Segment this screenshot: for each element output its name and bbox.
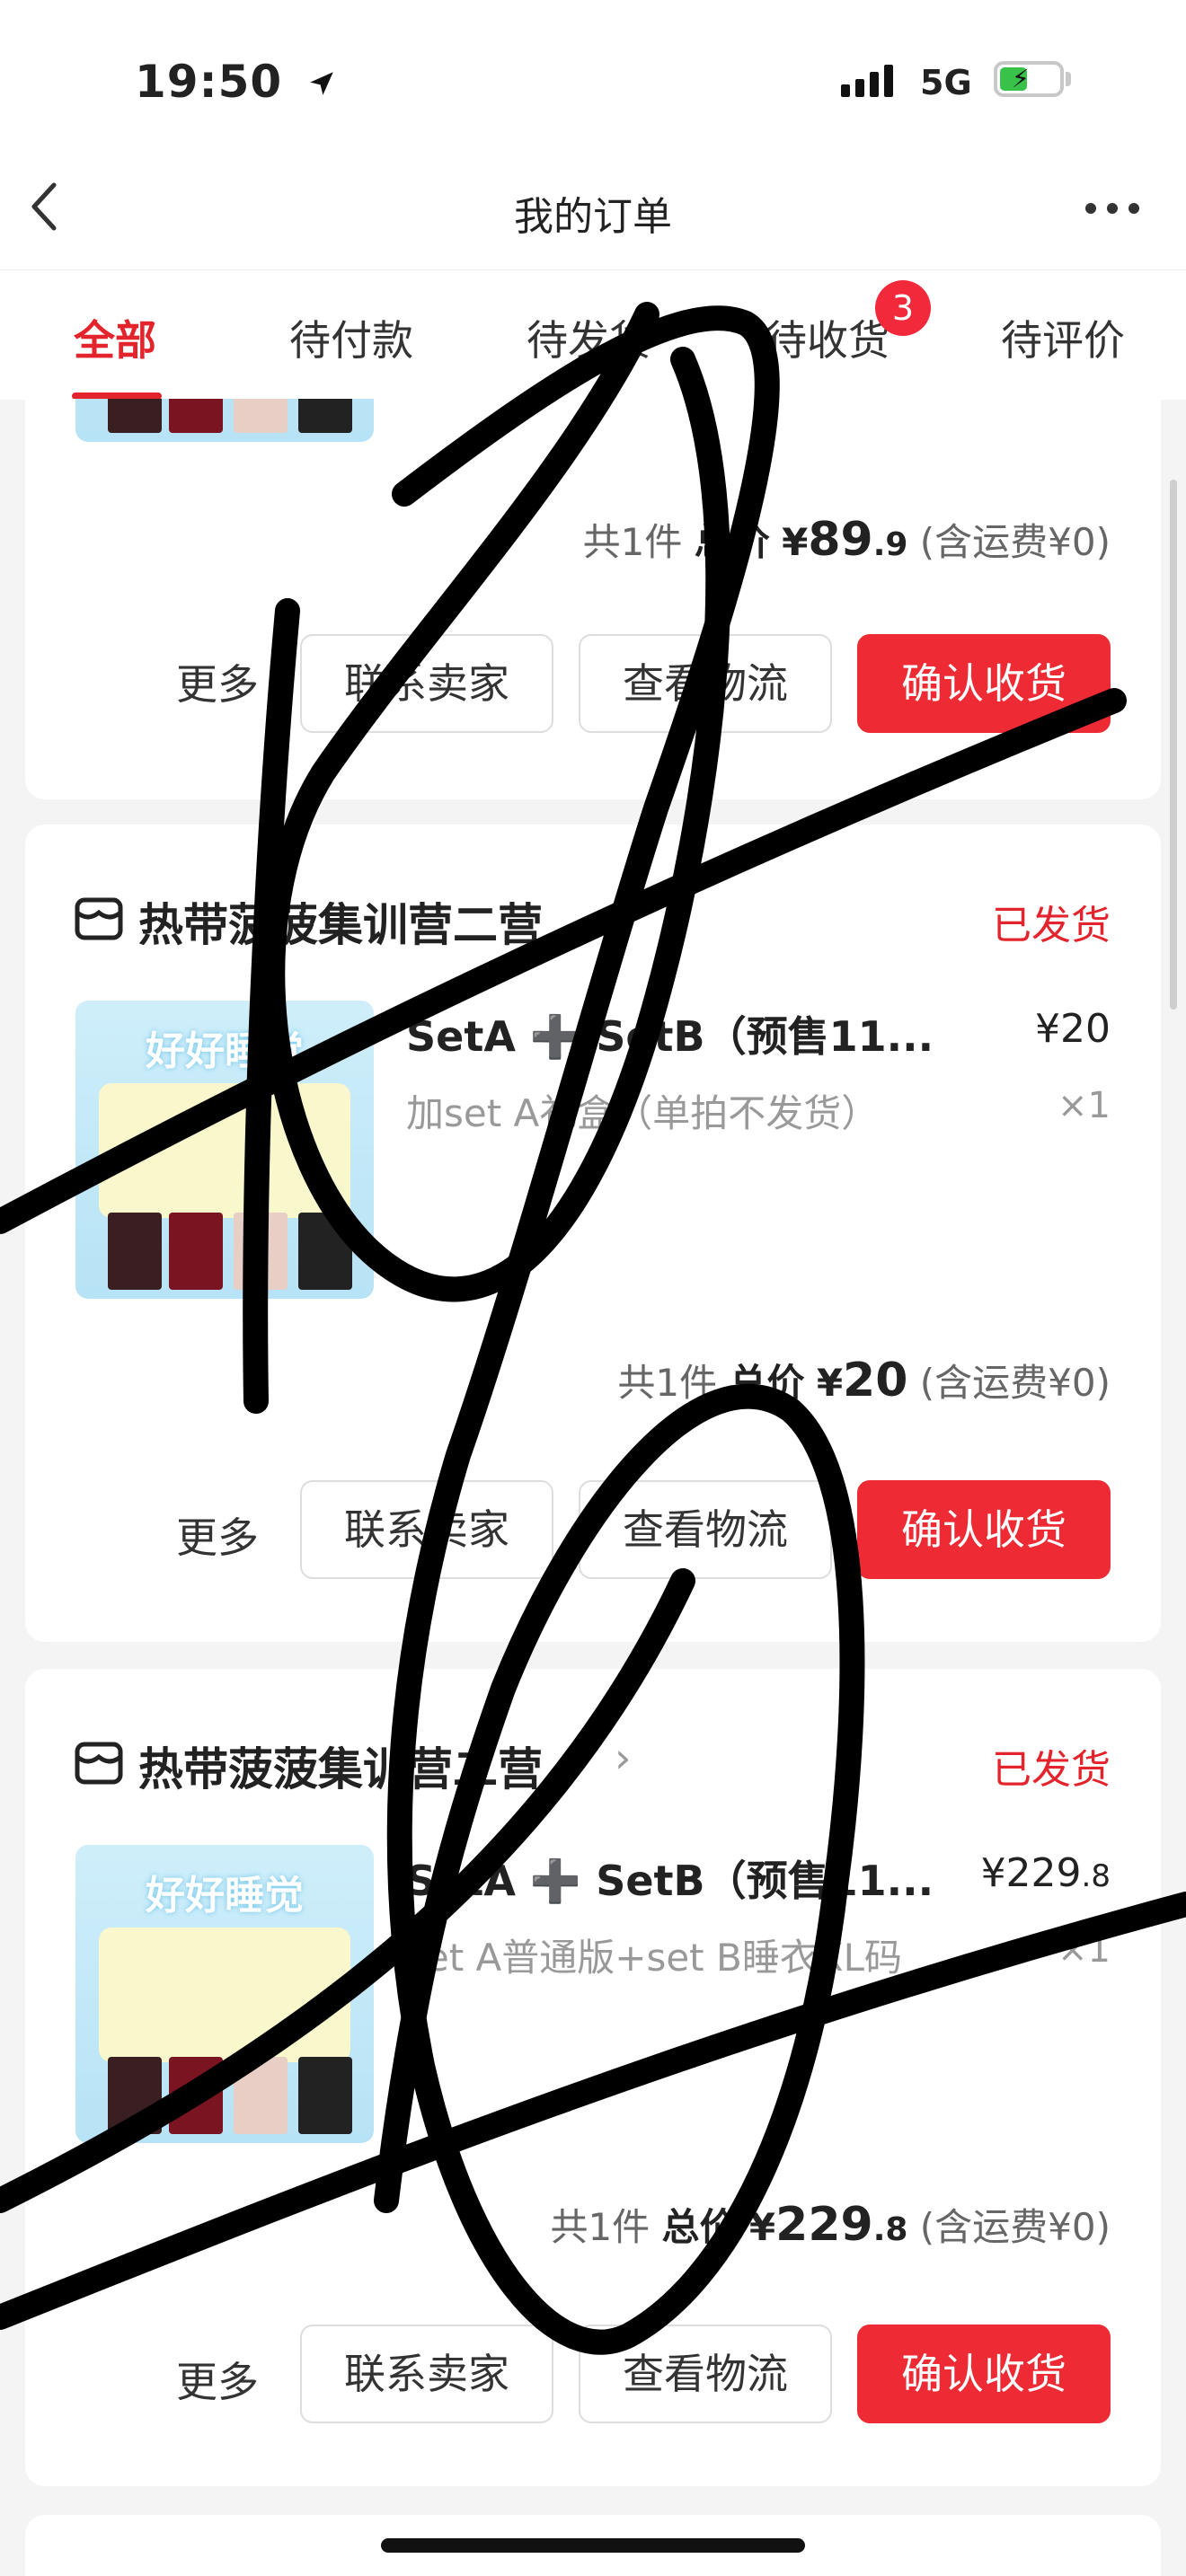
battery-charging-icon: ⚡ [994,61,1064,97]
tab-all[interactable]: 全部 [74,308,156,367]
contact-seller-button[interactable]: 联系卖家 [300,1480,553,1579]
shop-name[interactable]: 热带菠菠集训营二营 [138,1734,543,1798]
view-logistics-button[interactable]: 查看物流 [579,634,832,733]
order-card: 热带菠菠集训营二营 › 已发货 好好睡觉 SetA ➕ SetB（预售11...… [25,1669,1161,2486]
signal-icon [841,65,893,97]
more-button[interactable]: 更多 [176,1505,259,1565]
tab-pending-payment[interactable]: 待付款 [289,308,413,367]
shop-name[interactable]: 热带菠菠集训营二营 [138,889,543,954]
tab-pending-shipment[interactable]: 待发货 [527,308,651,367]
status-time: 19:50 [135,56,337,108]
network-label: 5G [920,63,972,102]
order-card: 热带菠菠集训营二营 › 已发货 好好睡觉 SetA ➕ SetB（预售11...… [25,825,1161,1642]
chevron-right-icon: › [615,889,632,938]
more-button[interactable]: 更多 [176,652,259,711]
view-logistics-button[interactable]: 查看物流 [579,2325,832,2423]
shop-icon [75,1742,123,1785]
order-status: 已发货 [992,903,1111,948]
confirm-receipt-button[interactable]: 确认收货 [857,634,1111,733]
product-image[interactable]: 好好睡觉 [75,1845,374,2143]
product-name[interactable]: SetA ➕ SetB（预售11... [406,1004,934,1063]
tab-badge: 3 [875,280,931,336]
product-price: ¥229.8 [980,1850,1111,1896]
contact-seller-button[interactable]: 联系卖家 [300,2325,553,2423]
product-price: ¥20 [1035,1006,1111,1052]
tab-pending-receipt[interactable]: 待收货 [766,308,890,367]
location-arrow-icon [309,72,333,95]
scroll-indicator [1170,480,1177,1010]
order-total: 共1件 总价 ¥20 (含运费¥0) [617,1354,1111,1407]
order-status: 已发货 [992,1747,1111,1793]
battery-tip [1066,72,1071,86]
confirm-receipt-button[interactable]: 确认收货 [857,1480,1111,1579]
top-bar: 19:50 5G ⚡ 我的订单 [0,0,1186,269]
more-dots-icon[interactable] [1085,203,1139,214]
product-quantity: ×1 [1058,1085,1111,1126]
product-variant: 加set A礼盒（单拍不发货） [406,1091,880,1135]
product-quantity: ×1 [1058,1929,1111,1971]
contact-seller-button[interactable]: 联系卖家 [300,634,553,733]
page-title: 我的订单 [514,194,672,240]
product-image[interactable] [75,399,374,442]
chevron-right-icon: › [615,1734,632,1782]
order-total: 共1件 总价 ¥229.8 (含运费¥0) [550,2198,1111,2252]
product-name[interactable]: SetA ➕ SetB（预售11... [406,1848,934,1908]
order-total: 共1件 总价 ¥89.9 (含运费¥0) [582,513,1111,567]
tab-pending-review[interactable]: 待评价 [1001,308,1125,367]
view-logistics-button[interactable]: 查看物流 [579,1480,832,1579]
order-tabs: 全部 待付款 待发货 待收货 待评价 [0,269,1186,400]
product-image[interactable]: 好好睡觉 [75,1001,374,1299]
status-time-text: 19:50 [135,56,283,108]
confirm-receipt-button[interactable]: 确认收货 [857,2325,1111,2423]
product-variant: set A普通版+set B睡衣XL码 [406,1936,902,1980]
more-button[interactable]: 更多 [176,2350,259,2409]
order-card: 共1件 总价 ¥89.9 (含运费¥0) 更多 联系卖家 查看物流 确认收货 [25,399,1161,799]
shop-icon [75,897,123,940]
home-indicator [381,2538,805,2553]
